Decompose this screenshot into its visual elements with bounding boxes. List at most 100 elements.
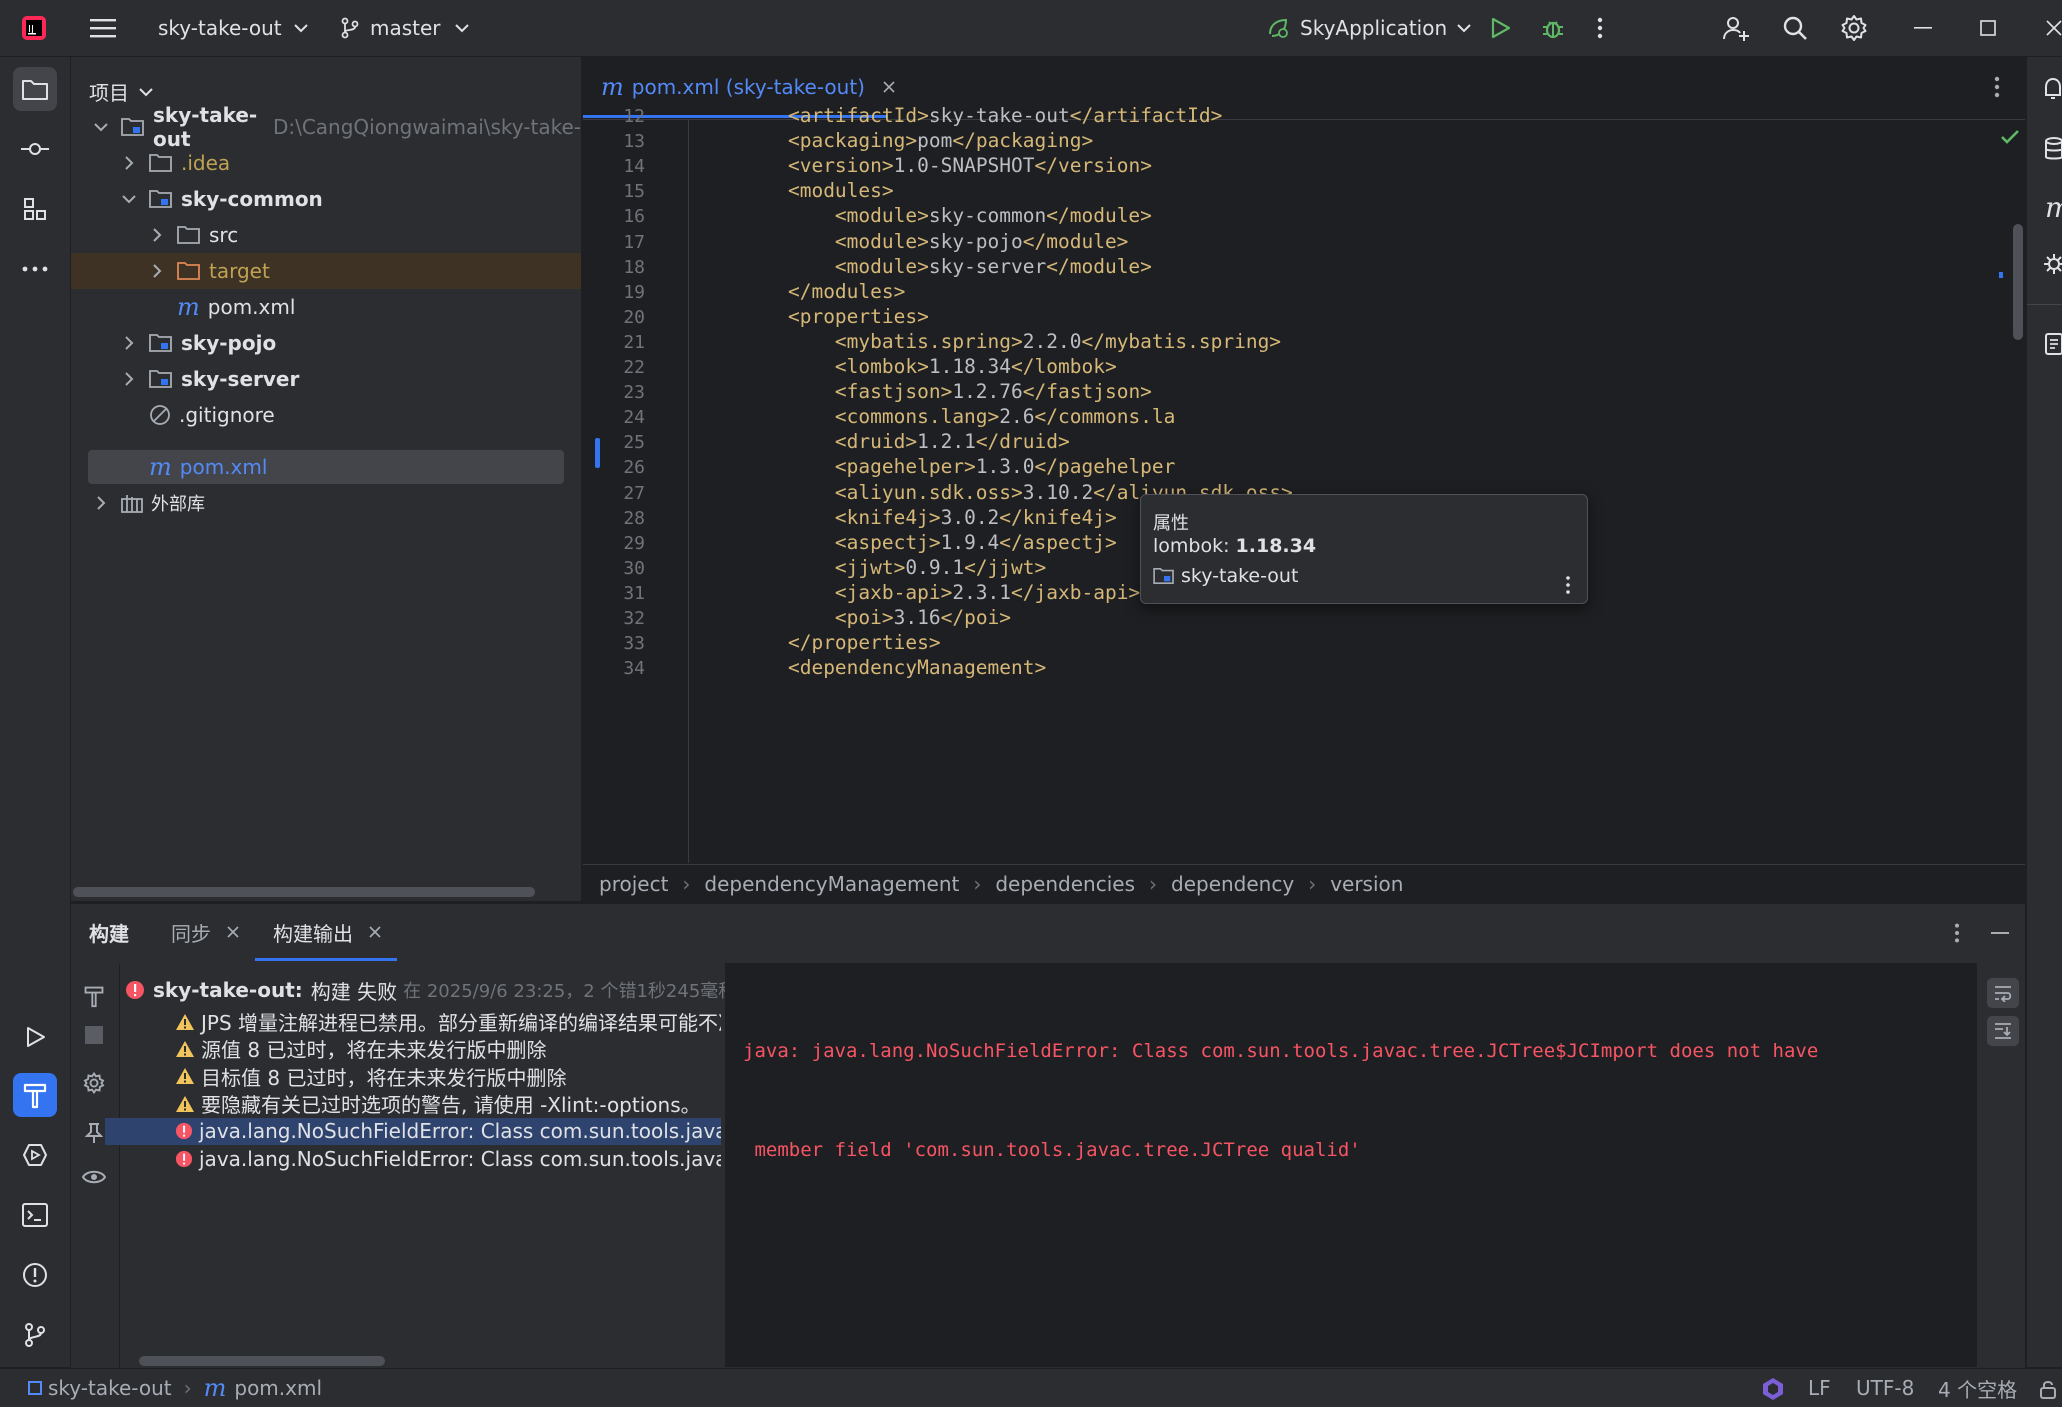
breadcrumb-item[interactable]: version — [1330, 872, 1403, 896]
tree-item-sky-common[interactable]: sky-common — [71, 181, 581, 217]
add-user-icon[interactable] — [1722, 0, 1750, 56]
document-icon[interactable] — [2045, 333, 2062, 355]
close-window-icon[interactable] — [2046, 0, 2062, 56]
search-icon[interactable] — [1782, 0, 1808, 56]
build-warning-row[interactable]: 源值 8 已过时，将在未来发行版中删除 — [175, 1035, 721, 1062]
line-number: 14 — [623, 156, 645, 178]
minimize-panel-icon[interactable] — [1991, 931, 2009, 935]
build-console[interactable]: java: java.lang.NoSuchFieldError: Class … — [725, 963, 1977, 1367]
breadcrumb-item[interactable]: dependencyManagement — [704, 872, 959, 896]
tree-item-src[interactable]: src — [71, 217, 581, 253]
maven-tool-icon[interactable]: m — [2045, 191, 2062, 224]
encoding[interactable]: UTF-8 — [1856, 1369, 1914, 1407]
minimize-icon[interactable] — [1914, 0, 1932, 56]
tree-item-external-libs[interactable]: 外部库 — [71, 485, 581, 521]
branch-selector[interactable]: master — [340, 0, 469, 56]
build-warning-row[interactable]: 目标值 8 已过时，将在未来发行版中删除 — [175, 1063, 721, 1090]
tree-item-root[interactable]: sky-take-out D:\CangQiongwaimai\sky-take… — [71, 103, 581, 151]
project-tool-folder-icon[interactable] — [13, 67, 57, 111]
popup-property: lombok: 1.18.34 — [1153, 535, 1316, 557]
horizontal-scrollbar[interactable] — [73, 887, 535, 897]
ai-assistant-icon[interactable] — [2043, 253, 2062, 275]
scroll-to-end-icon[interactable] — [1987, 1016, 2019, 1046]
git-icon[interactable] — [13, 1313, 57, 1357]
tree-item-target[interactable]: target — [71, 253, 581, 289]
build-warning-row[interactable]: 要隐藏有关已过时选项的警告, 请使用 -Xlint:-options。 — [175, 1090, 721, 1117]
chevron-right-icon[interactable] — [149, 263, 165, 279]
chevron-right-icon[interactable] — [149, 227, 165, 243]
gear-icon[interactable] — [83, 1072, 105, 1094]
stop-icon[interactable] — [85, 1026, 103, 1044]
pin-icon[interactable] — [85, 1122, 103, 1144]
lock-icon[interactable] — [2040, 1379, 2058, 1399]
tree-item-idea[interactable]: .idea — [71, 145, 581, 181]
structure-icon[interactable] — [13, 187, 57, 231]
tree-item-label: sky-server — [181, 367, 300, 391]
more-vertical-icon[interactable] — [1993, 75, 2001, 99]
chevron-down-icon[interactable] — [93, 119, 109, 135]
tree-item-root-pom[interactable]: m pom.xml — [71, 449, 581, 485]
build-result-row[interactable]: sky-take-out: 构建 失败 在 2025/9/6 23:25，2 个… — [125, 972, 725, 1008]
problems-icon[interactable] — [13, 1253, 57, 1297]
services-icon[interactable] — [13, 1133, 57, 1177]
soft-wrap-icon[interactable] — [1987, 978, 2019, 1008]
project-panel-title[interactable]: 项目 — [89, 77, 153, 106]
build-error-row[interactable]: java.lang.NoSuchFieldError: Class com.su… — [175, 1145, 721, 1172]
close-icon[interactable] — [883, 81, 895, 93]
ai-status-icon[interactable] — [1760, 1376, 1786, 1402]
run-tool-icon[interactable] — [13, 1015, 57, 1059]
run-config-selector[interactable]: SkyApplication — [1266, 0, 1471, 56]
chevron-right-icon[interactable] — [121, 155, 137, 171]
quick-doc-popup[interactable]: 属性 lombok: 1.18.34 sky-take-out — [1140, 494, 1588, 604]
breadcrumb-item[interactable]: dependencies — [995, 872, 1135, 896]
commit-icon[interactable] — [13, 127, 57, 171]
popup-module[interactable]: sky-take-out — [1153, 565, 1298, 587]
database-icon[interactable] — [2045, 137, 2062, 161]
build-warning-row[interactable]: JPS 增量注解进程已禁用。部分重新编译的编译结果可能不准确。 — [175, 1008, 721, 1035]
eye-icon[interactable] — [82, 1168, 106, 1186]
chevron-down-icon[interactable] — [121, 191, 137, 207]
breadcrumb-item[interactable]: dependency — [1171, 872, 1294, 896]
more-vertical-icon[interactable] — [1596, 0, 1604, 56]
terminal-icon[interactable] — [13, 1193, 57, 1237]
tree-item-gitignore[interactable]: .gitignore — [71, 397, 581, 433]
build-hammer-icon[interactable] — [13, 1073, 57, 1117]
status-bar: sky-take-out › m pom.xml LF UTF-8 4 个空格 — [0, 1368, 2062, 1407]
tree-item-common-pom[interactable]: m pom.xml — [71, 289, 581, 325]
app-logo-icon[interactable]: IJ — [20, 0, 48, 56]
build-hammer-icon[interactable] — [83, 984, 105, 1008]
chevron-right-icon[interactable] — [93, 495, 109, 511]
build-error-row[interactable]: java.lang.NoSuchFieldError: Class com.su… — [105, 1117, 721, 1145]
run-icon[interactable] — [1488, 0, 1512, 56]
project-name: sky-take-out — [158, 16, 282, 40]
tree-item-sky-server[interactable]: sky-server — [71, 361, 581, 397]
more-vertical-icon[interactable] — [1953, 922, 1961, 944]
gear-icon[interactable] — [1840, 0, 1868, 56]
line-number: 22 — [623, 357, 645, 378]
run-config-name: SkyApplication — [1300, 16, 1448, 40]
chevron-right-icon[interactable] — [121, 371, 137, 387]
vertical-scrollbar[interactable] — [2013, 224, 2023, 340]
indent-setting[interactable]: 4 个空格 — [1938, 1369, 2017, 1407]
tree-item-sky-pojo[interactable]: sky-pojo — [71, 325, 581, 361]
horizontal-scrollbar[interactable] — [139, 1356, 385, 1366]
tab-sync[interactable]: 同步 — [171, 904, 239, 960]
close-icon[interactable] — [369, 926, 381, 938]
close-icon[interactable] — [227, 926, 239, 938]
maximize-icon[interactable] — [1980, 0, 1996, 56]
chevron-right-icon[interactable] — [121, 335, 137, 351]
notifications-icon[interactable] — [2043, 77, 2062, 101]
line-separator[interactable]: LF — [1808, 1369, 1831, 1407]
more-horizontal-icon[interactable] — [13, 247, 57, 291]
breadcrumb-item[interactable]: project — [599, 872, 668, 896]
debug-icon[interactable] — [1540, 0, 1566, 56]
status-file[interactable]: pom.xml — [234, 1376, 322, 1400]
project-selector[interactable]: sky-take-out — [158, 0, 308, 56]
tab-build-output[interactable]: 构建输出 — [273, 904, 381, 960]
status-project[interactable]: sky-take-out — [48, 1376, 172, 1400]
more-vertical-icon[interactable] — [1565, 575, 1571, 595]
main-menu-icon[interactable] — [90, 0, 118, 56]
code-editor[interactable]: 12 <artifactId>sky-take-out</artifactId>… — [583, 104, 2025, 863]
